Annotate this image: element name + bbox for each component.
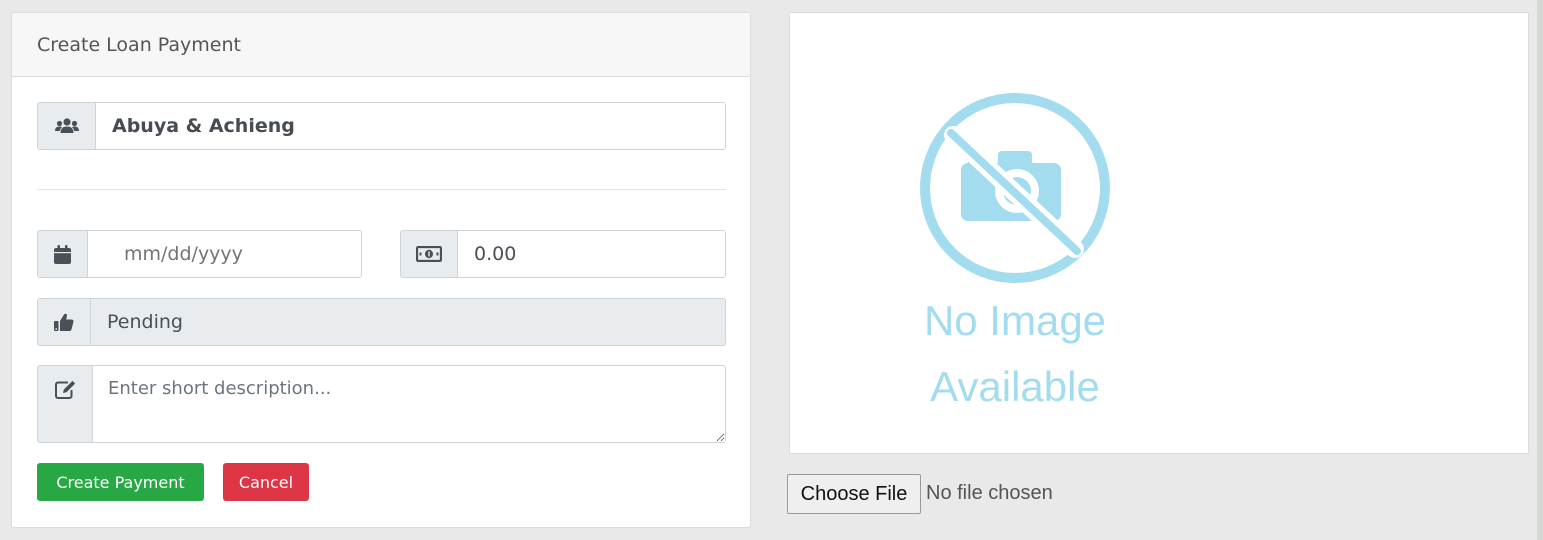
calendar-icon <box>54 244 71 264</box>
amount-addon <box>400 230 458 278</box>
thumbs-up-icon <box>54 313 74 331</box>
date-field[interactable]: mm/dd/yyyy <box>87 230 362 278</box>
description-addon <box>37 365 93 443</box>
form-divider <box>37 189 726 190</box>
amount-value: 0.00 <box>474 243 517 265</box>
card-header: Create Loan Payment <box>12 13 750 77</box>
status-value: Pending <box>107 311 183 333</box>
amount-field[interactable]: 0.00 <box>457 230 726 278</box>
create-payment-button[interactable]: Create Payment <box>37 463 204 501</box>
date-addon <box>37 230 88 278</box>
money-bill-icon <box>416 246 442 262</box>
date-placeholder: mm/dd/yyyy <box>124 243 243 265</box>
no-image-line1: No Image <box>923 297 1107 344</box>
borrower-field[interactable]: Abuya & Achieng <box>95 102 726 150</box>
choose-file-button[interactable]: Choose File <box>787 474 921 514</box>
no-camera-icon <box>920 93 1110 283</box>
description-input[interactable] <box>92 365 726 443</box>
borrower-addon <box>37 102 96 150</box>
page-scroll-edge <box>1537 0 1543 540</box>
card-title: Create Loan Payment <box>37 33 241 56</box>
loan-payment-card: Create Loan Payment Abuya & Achieng mm/d… <box>11 12 751 528</box>
edit-icon <box>54 380 75 399</box>
file-status-text: No file chosen <box>926 482 1053 504</box>
borrower-value: Abuya & Achieng <box>112 115 295 137</box>
cancel-button[interactable]: Cancel <box>223 463 309 501</box>
no-image-line2: Available <box>930 363 1100 410</box>
status-addon <box>37 298 91 346</box>
users-icon <box>54 118 79 133</box>
image-preview: No Image Available <box>789 12 1529 454</box>
status-field: Pending <box>90 298 726 346</box>
